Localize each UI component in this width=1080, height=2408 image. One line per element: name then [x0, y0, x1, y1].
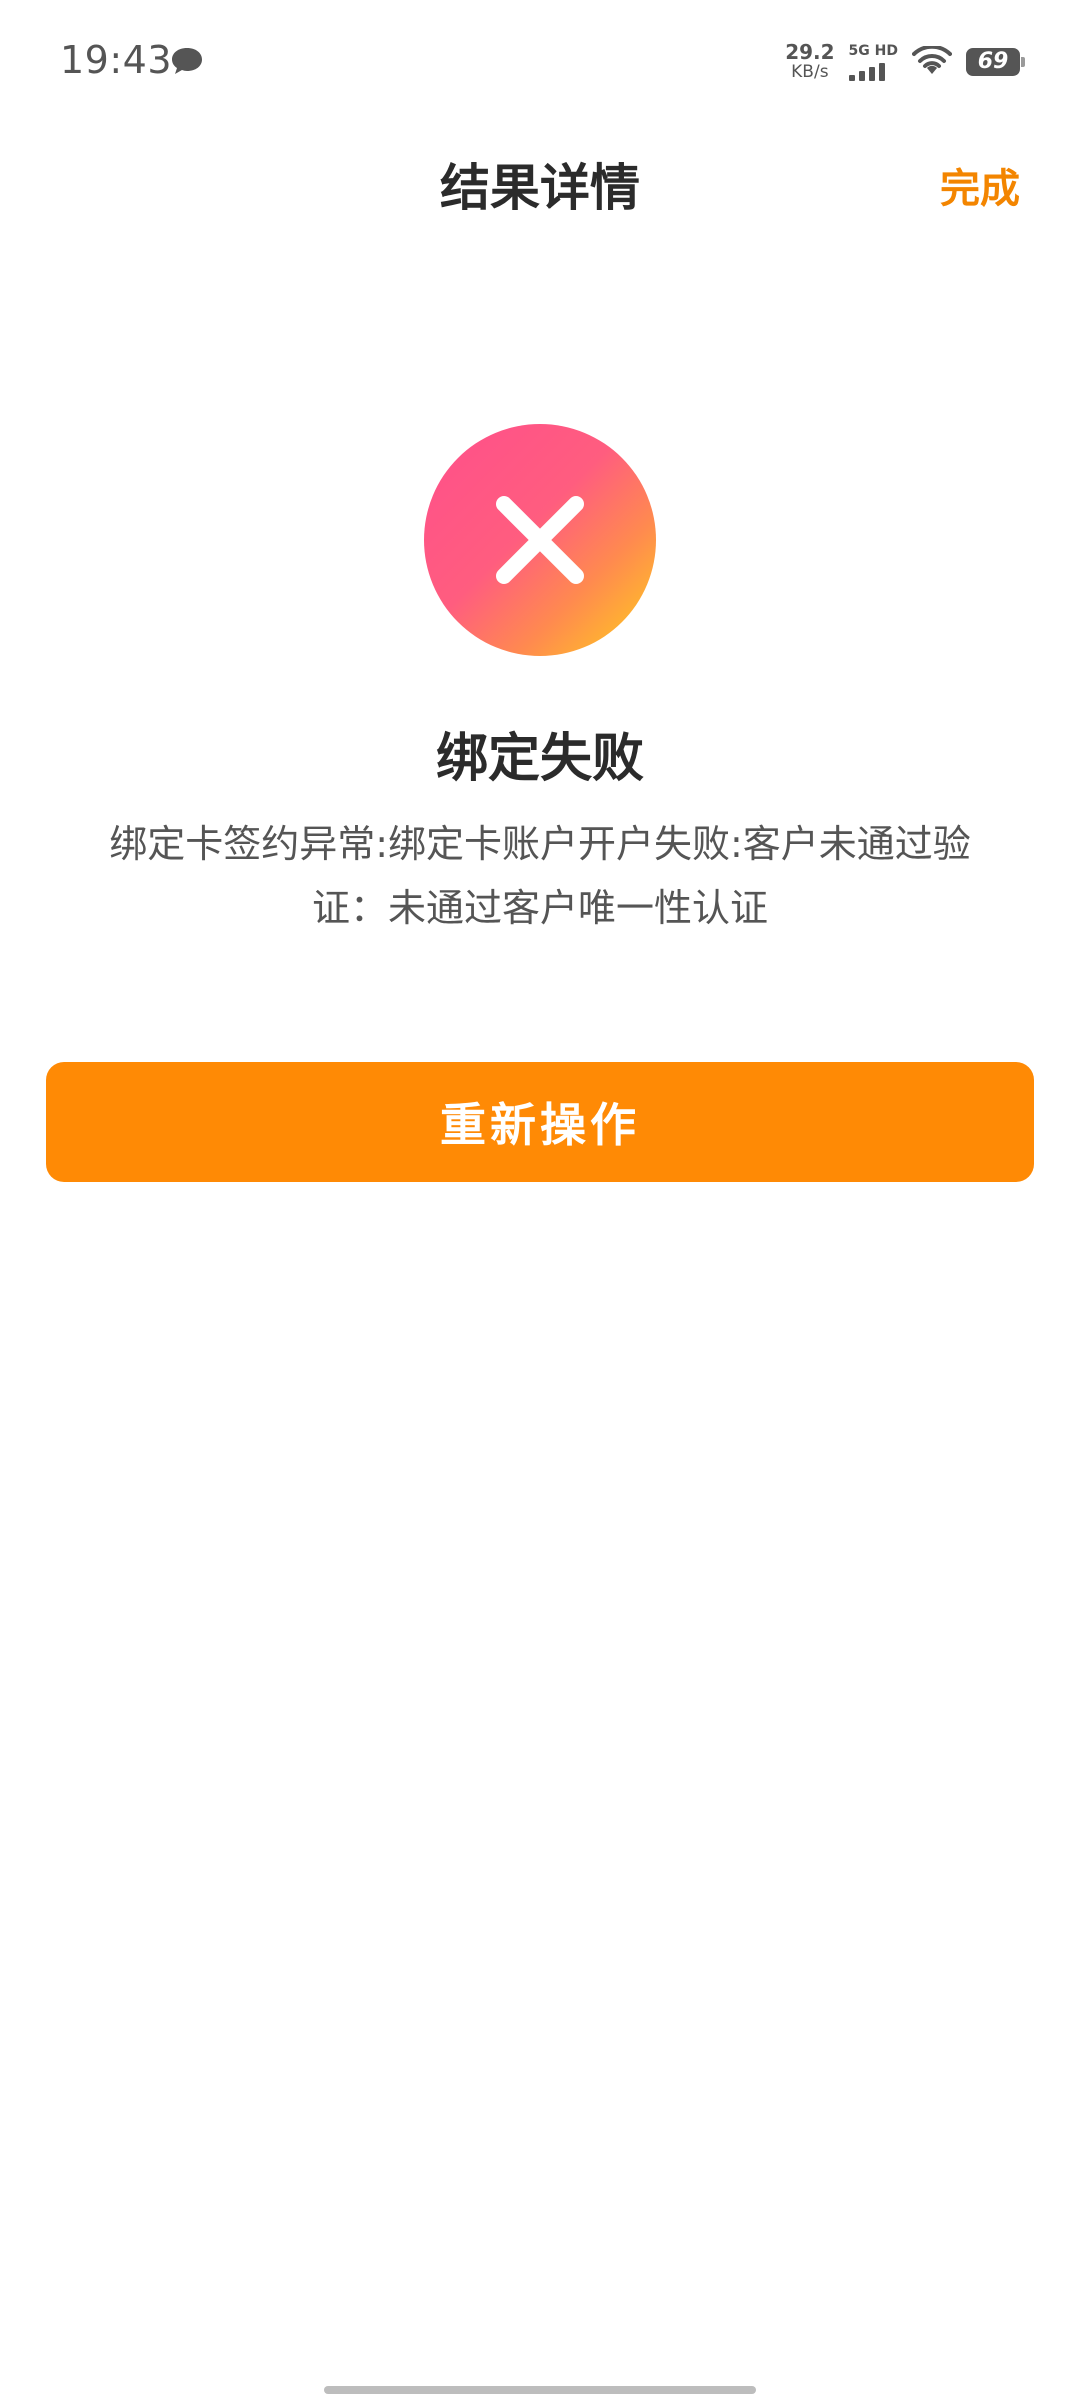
status-right-group: 29.2 KB/s 5G HD 69: [785, 40, 1025, 84]
network-speed: 29.2 KB/s: [785, 42, 834, 82]
network-speed-value: 29.2: [785, 40, 835, 64]
battery-level: 69: [977, 49, 1009, 74]
close-icon: [496, 496, 584, 584]
network-type-label: 5G HD: [848, 43, 898, 59]
network-speed-unit: KB/s: [791, 62, 829, 82]
retry-button[interactable]: 重新操作: [46, 1062, 1034, 1182]
battery-icon: 69: [966, 48, 1025, 76]
header: 结果详情 完成: [0, 130, 1080, 230]
wifi-icon: [912, 46, 952, 74]
result-message: 绑定卡签约异常:绑定卡账户开户失败:客户未通过验证：未通过客户唯一性认证: [109, 822, 971, 930]
page-title: 结果详情: [440, 159, 640, 217]
error-status-icon: [424, 424, 656, 656]
status-time: 19:43: [60, 38, 173, 82]
signal-icon: 5G HD: [848, 43, 898, 81]
result-title: 绑定失败: [435, 729, 644, 789]
done-button[interactable]: 完成: [940, 156, 1020, 214]
home-indicator[interactable]: [324, 2386, 756, 2394]
message-icon: [172, 48, 202, 74]
status-bar: 19:43 29.2 KB/s 5G HD 69: [0, 0, 1080, 120]
